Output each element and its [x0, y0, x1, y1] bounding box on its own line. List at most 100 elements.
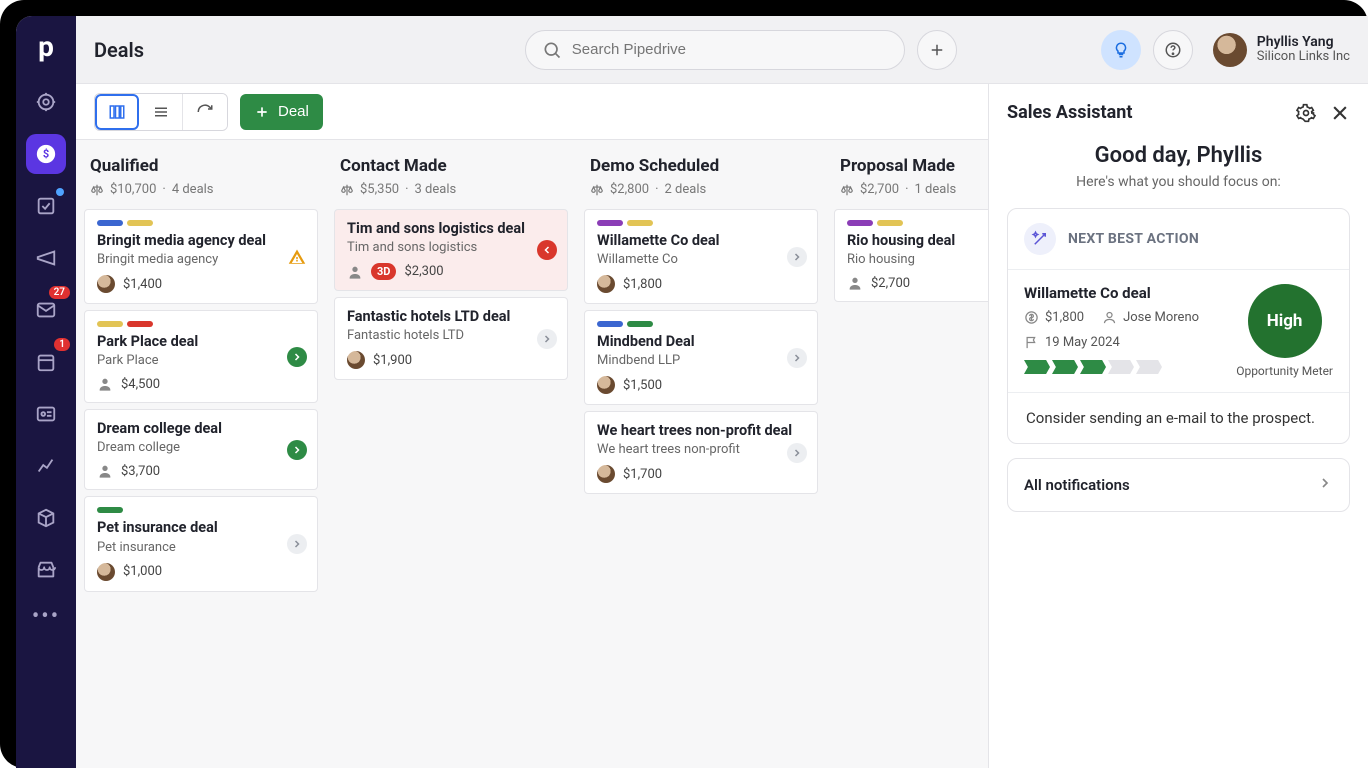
search-icon [542, 40, 562, 60]
scale-icon [340, 183, 354, 197]
tag-icon [627, 321, 653, 327]
deal-card[interactable]: Mindbend Deal Mindbend LLP $1,500 [584, 310, 818, 405]
deal-org: We heart trees non-profit [597, 442, 805, 457]
topbar: Deals Phyllis Yang Silicon Links Inc [76, 16, 1368, 84]
nav-insights-icon[interactable] [26, 446, 66, 486]
deal-org: Bringit media agency [97, 252, 305, 267]
deal-card[interactable]: Willamette Co deal Willamette Co $1,800 [584, 209, 818, 304]
deal-title: Pet insurance deal [97, 519, 305, 537]
column-meta: $10,700 · 4 deals [90, 182, 312, 197]
add-deal-button[interactable]: Deal [240, 94, 323, 130]
view-list-button[interactable] [139, 94, 183, 130]
gear-icon[interactable] [1296, 103, 1316, 123]
all-notifications-button[interactable]: All notifications [1007, 458, 1350, 512]
deal-value: $2,300 [404, 264, 443, 279]
opportunity-meter-label: Opportunity Meter [1236, 364, 1333, 378]
chevron-right-icon [537, 329, 557, 349]
search-field[interactable] [572, 41, 888, 58]
stage-segment [1080, 360, 1106, 374]
nav-focus-icon[interactable] [26, 82, 66, 122]
deal-value: $1,000 [123, 564, 162, 579]
column-title: Qualified [90, 156, 312, 176]
owner-avatar-icon [597, 465, 615, 483]
nav-calendar-icon[interactable]: 1 [26, 342, 66, 382]
view-forecast-button[interactable] [183, 94, 227, 130]
chevron-right-icon [287, 440, 307, 460]
user-avatar-icon [1213, 33, 1247, 67]
nav-deals-icon[interactable]: $ [26, 134, 66, 174]
person-icon [97, 376, 113, 392]
deal-title: Fantastic hotels LTD deal [347, 308, 555, 326]
action-deal-value: $1,800 [1045, 310, 1084, 325]
deal-value: $1,800 [623, 277, 662, 292]
search-input[interactable] [525, 30, 905, 70]
deal-card[interactable]: Dream college deal Dream college $3,700 [84, 409, 318, 490]
nav-contacts-icon[interactable] [26, 394, 66, 434]
warning-icon [287, 247, 307, 267]
nav-more-icon[interactable]: ••• [32, 604, 60, 629]
deal-value: $1,500 [623, 378, 662, 393]
assistant-button[interactable] [1101, 30, 1141, 70]
view-pipeline-button[interactable] [95, 94, 139, 130]
deal-title: Tim and sons logistics deal [347, 220, 555, 238]
nav-products-icon[interactable] [26, 498, 66, 538]
plus-icon [254, 104, 270, 120]
deal-org: Tim and sons logistics [347, 240, 555, 255]
person-icon [97, 463, 113, 479]
person-icon [847, 275, 863, 291]
close-icon[interactable] [1330, 103, 1350, 123]
deal-org: Pet insurance [97, 540, 305, 555]
nav-campaigns-icon[interactable] [26, 238, 66, 278]
scale-icon [840, 183, 854, 197]
deal-card[interactable]: Fantastic hotels LTD deal Fantastic hote… [334, 297, 568, 380]
deal-value: $1,400 [123, 277, 162, 292]
chevron-right-icon [287, 347, 307, 367]
opportunity-meter-value: High [1248, 284, 1322, 358]
deal-title: Mindbend Deal [597, 333, 805, 351]
deal-title: Bringit media agency deal [97, 232, 305, 250]
tag-icon [597, 220, 623, 226]
deal-org: Willamette Co [597, 252, 805, 267]
tag-icon [627, 220, 653, 226]
action-suggestion: Consider sending an e-mail to the prospe… [1008, 392, 1349, 443]
deal-org: Dream college [97, 440, 305, 455]
next-best-action-card: NEXT BEST ACTION Willamette Co deal $1,8… [1007, 208, 1350, 444]
person-icon [347, 264, 363, 280]
user-menu[interactable]: Phyllis Yang Silicon Links Inc [1213, 33, 1350, 67]
deal-value: $1,900 [373, 353, 412, 368]
nav-activities-icon[interactable] [26, 186, 66, 226]
nav-marketplace-icon[interactable] [26, 550, 66, 590]
owner-avatar-icon [347, 351, 365, 369]
deal-card[interactable]: Bringit media agency deal Bringit media … [84, 209, 318, 304]
deal-org: Fantastic hotels LTD [347, 328, 555, 343]
add-button[interactable] [917, 30, 957, 70]
tag-icon [847, 220, 873, 226]
pipeline-column: Qualified $10,700 · 4 deals Bringit medi… [76, 140, 326, 768]
nav-mail-icon[interactable]: 27 [26, 290, 66, 330]
refresh-icon [196, 103, 214, 121]
deal-card[interactable]: Park Place deal Park Place $4,500 [84, 310, 318, 403]
svg-text:$: $ [43, 148, 49, 161]
deal-card[interactable]: Pet insurance deal Pet insurance $1,000 [84, 496, 318, 591]
chevron-right-icon [787, 348, 807, 368]
deal-card[interactable]: Tim and sons logistics deal Tim and sons… [334, 209, 568, 291]
sales-assistant-panel: Sales Assistant Good day, Phyllis Here's… [988, 84, 1368, 768]
deal-card[interactable]: We heart trees non-profit deal We heart … [584, 411, 818, 494]
deal-value: $2,700 [871, 276, 910, 291]
owner-avatar-icon [597, 275, 615, 293]
add-deal-label: Deal [278, 103, 309, 120]
deal-value: $1,700 [623, 467, 662, 482]
scale-icon [590, 183, 604, 197]
panel-subtitle: Here's what you should focus on: [1007, 174, 1350, 190]
page-title: Deals [94, 38, 144, 62]
person-icon [1102, 310, 1117, 325]
deal-value: $3,700 [121, 464, 160, 479]
plus-icon [928, 41, 946, 59]
panel-greeting: Good day, Phyllis [1007, 143, 1350, 168]
help-button[interactable] [1153, 30, 1193, 70]
action-label: NEXT BEST ACTION [1068, 231, 1199, 247]
column-title: Contact Made [340, 156, 562, 176]
tag-icon [97, 220, 123, 226]
deal-org: Park Place [97, 353, 305, 368]
chevron-left-icon [537, 240, 557, 260]
